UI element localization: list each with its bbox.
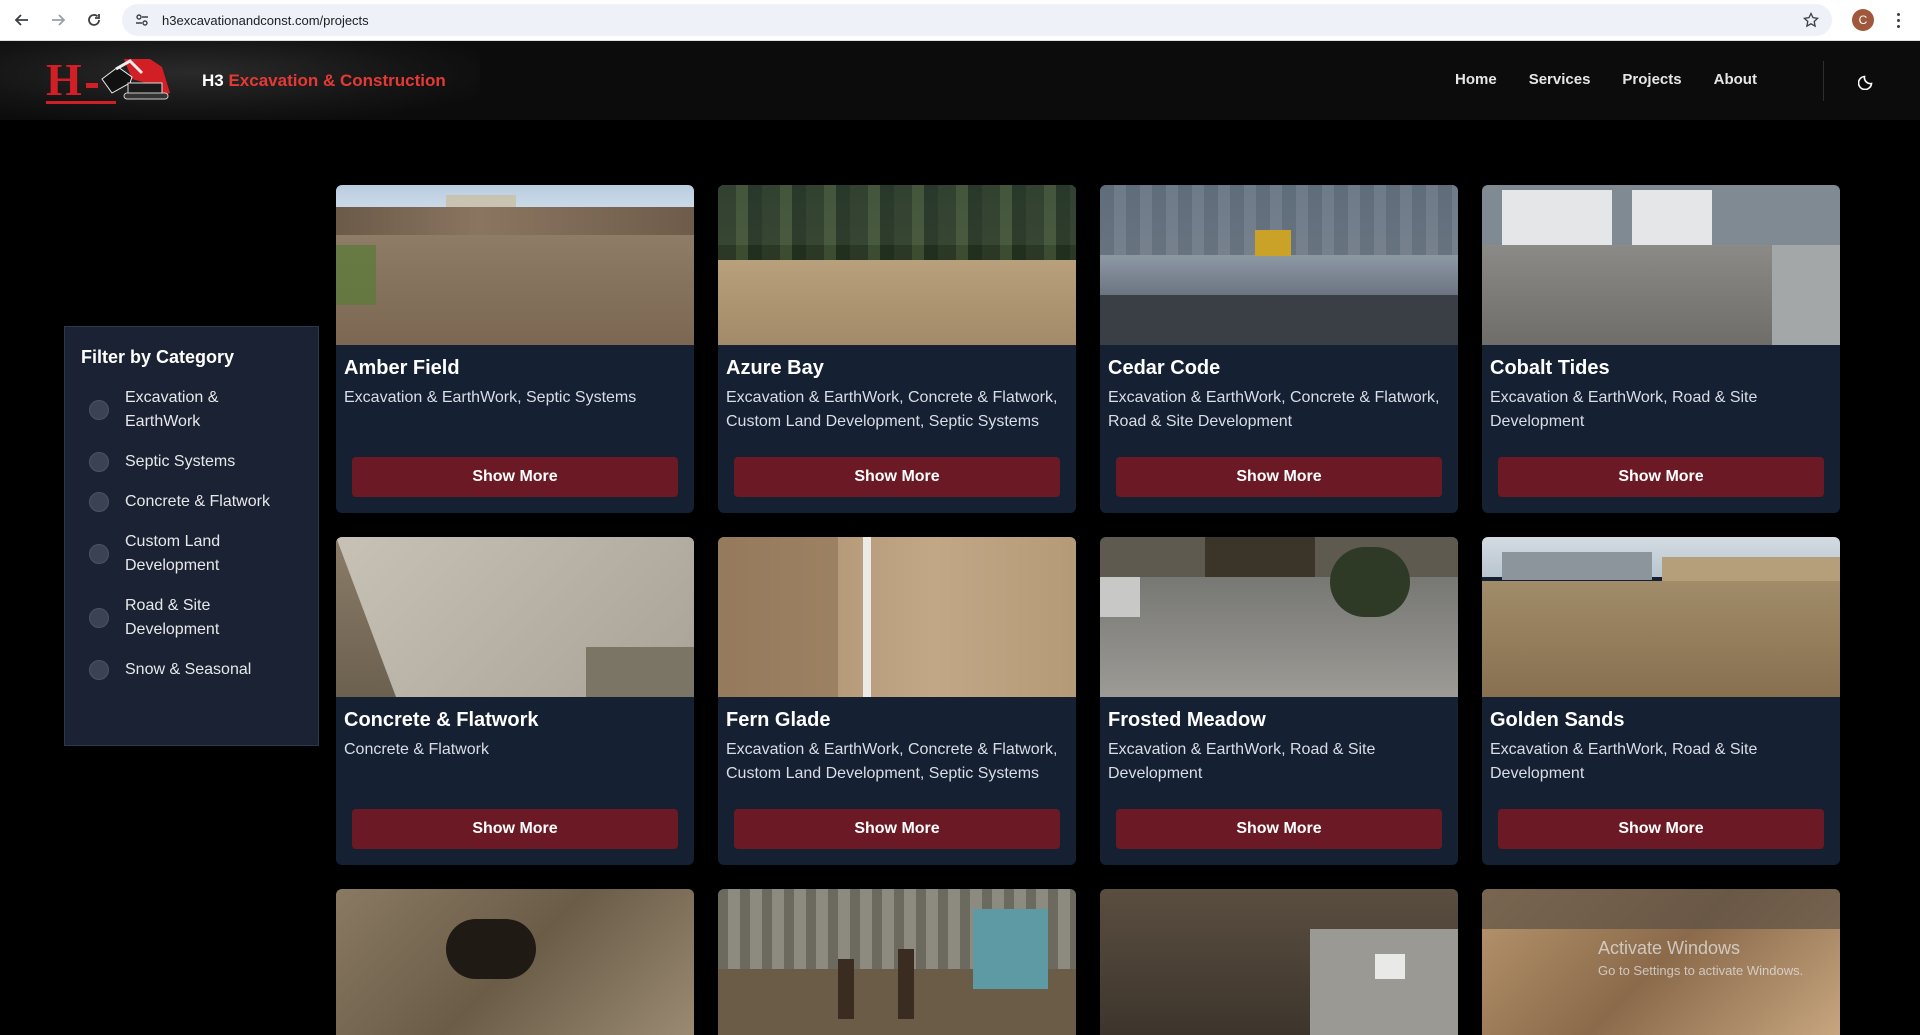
brand-rest: Excavation & Construction: [228, 71, 446, 90]
project-categories: Excavation & EarthWork, Road & Site Deve…: [1108, 741, 1376, 782]
project-image[interactable]: [1100, 537, 1458, 697]
windows-activation-watermark: Activate Windows Go to Settings to activ…: [1598, 938, 1803, 978]
project-categories: Excavation & EarthWork, Concrete & Flatw…: [726, 741, 1058, 782]
filter-title: Filter by Category: [81, 347, 235, 367]
forward-icon[interactable]: [42, 4, 74, 36]
browser-menu-icon[interactable]: [1890, 8, 1906, 32]
filter-concrete-flatwork[interactable]: Concrete & Flatwork: [81, 490, 302, 514]
show-more-button[interactable]: Show More: [1498, 457, 1824, 497]
site-header: H H3 Excavation & Construction Home Serv…: [0, 41, 1920, 120]
radio-button[interactable]: [89, 492, 109, 512]
project-title: Cobalt Tides: [1490, 357, 1610, 379]
profile-avatar[interactable]: C: [1852, 9, 1874, 31]
nav-projects[interactable]: Projects: [1622, 71, 1681, 88]
filter-label: Snow & Seasonal: [125, 661, 252, 678]
project-card: Cedar Code Excavation & EarthWork, Concr…: [1100, 185, 1458, 513]
brand-prefix: H3: [202, 71, 224, 90]
filter-label: Custom Land Development: [125, 533, 221, 574]
project-card: Golden Sands Excavation & EarthWork, Roa…: [1482, 537, 1840, 865]
project-categories: Excavation & EarthWork, Road & Site Deve…: [1490, 389, 1758, 430]
filter-label: Septic Systems: [125, 453, 236, 470]
projects-grid: Amber Field Excavation & EarthWork, Sept…: [336, 185, 1840, 1035]
filter-label: Excavation & EarthWork: [125, 389, 219, 430]
site-info-icon[interactable]: [134, 12, 150, 28]
svg-text:H: H: [46, 54, 82, 105]
nav-home[interactable]: Home: [1455, 71, 1497, 88]
address-bar[interactable]: h3excavationandconst.com/projects: [122, 4, 1832, 36]
filter-road-site-development[interactable]: Road & Site Development: [81, 594, 302, 642]
show-more-button[interactable]: Show More: [1116, 809, 1442, 849]
project-card: Concrete & Flatwork Concrete & Flatwork …: [336, 537, 694, 865]
project-card: [718, 889, 1076, 1035]
show-more-button[interactable]: Show More: [1498, 809, 1824, 849]
radio-button[interactable]: [89, 400, 109, 420]
reload-icon[interactable]: [78, 4, 110, 36]
project-image[interactable]: [718, 537, 1076, 697]
filter-custom-land-development[interactable]: Custom Land Development: [81, 530, 302, 578]
project-categories: Excavation & EarthWork, Septic Systems: [344, 389, 637, 406]
watermark-line1: Activate Windows: [1598, 938, 1741, 958]
project-card: Amber Field Excavation & EarthWork, Sept…: [336, 185, 694, 513]
nav-divider: [1823, 61, 1824, 101]
url-text: h3excavationandconst.com/projects: [162, 12, 369, 28]
project-image[interactable]: [1482, 185, 1840, 345]
project-image[interactable]: [336, 537, 694, 697]
project-card: [1100, 889, 1458, 1035]
main-nav: Home Services Projects About: [1455, 71, 1789, 88]
show-more-button[interactable]: Show More: [352, 457, 678, 497]
show-more-button[interactable]: Show More: [734, 809, 1060, 849]
watermark-line2: Go to Settings to activate Windows.: [1598, 963, 1804, 978]
radio-button[interactable]: [89, 660, 109, 680]
radio-button[interactable]: [89, 544, 109, 564]
moon-icon[interactable]: [1855, 69, 1879, 93]
project-title: Azure Bay: [726, 357, 824, 379]
bookmark-star-icon[interactable]: [1802, 11, 1820, 29]
project-title: Cedar Code: [1108, 357, 1221, 379]
project-image[interactable]: [718, 185, 1076, 345]
show-more-button[interactable]: Show More: [352, 809, 678, 849]
filter-snow-seasonal[interactable]: Snow & Seasonal: [81, 658, 302, 682]
nav-services[interactable]: Services: [1529, 71, 1591, 88]
project-card: Azure Bay Excavation & EarthWork, Concre…: [718, 185, 1076, 513]
show-more-button[interactable]: Show More: [1116, 457, 1442, 497]
project-categories: Excavation & EarthWork, Concrete & Flatw…: [1108, 389, 1440, 430]
project-image[interactable]: [718, 889, 1076, 1035]
radio-button[interactable]: [89, 452, 109, 472]
project-categories: Concrete & Flatwork: [344, 741, 489, 758]
project-card: Frosted Meadow Excavation & EarthWork, R…: [1100, 537, 1458, 865]
brand-name[interactable]: H3 Excavation & Construction: [202, 71, 446, 91]
filter-septic-systems[interactable]: Septic Systems: [81, 450, 302, 474]
radio-button[interactable]: [89, 608, 109, 628]
project-image[interactable]: [1482, 537, 1840, 697]
category-filter-panel: Filter by Category Excavation & EarthWor…: [64, 326, 319, 746]
filter-label: Road & Site Development: [125, 597, 220, 638]
project-card: [336, 889, 694, 1035]
project-categories: Excavation & EarthWork, Concrete & Flatw…: [726, 389, 1058, 430]
back-icon[interactable]: [6, 4, 38, 36]
project-image[interactable]: [336, 889, 694, 1035]
filter-excavation-earthwork[interactable]: Excavation & EarthWork: [81, 386, 302, 434]
filter-label: Concrete & Flatwork: [125, 493, 270, 510]
project-title: Fern Glade: [726, 709, 831, 731]
company-logo[interactable]: H: [46, 53, 186, 107]
browser-toolbar: h3excavationandconst.com/projects C: [0, 0, 1920, 41]
project-image[interactable]: [1100, 889, 1458, 1035]
project-title: Golden Sands: [1490, 709, 1625, 731]
nav-about[interactable]: About: [1714, 71, 1757, 88]
project-title: Concrete & Flatwork: [344, 709, 539, 731]
project-image[interactable]: [1100, 185, 1458, 345]
project-image[interactable]: [336, 185, 694, 345]
project-card: Cobalt Tides Excavation & EarthWork, Roa…: [1482, 185, 1840, 513]
project-card: Fern Glade Excavation & EarthWork, Concr…: [718, 537, 1076, 865]
project-title: Amber Field: [344, 357, 460, 379]
show-more-button[interactable]: Show More: [734, 457, 1060, 497]
project-title: Frosted Meadow: [1108, 709, 1266, 731]
project-categories: Excavation & EarthWork, Road & Site Deve…: [1490, 741, 1758, 782]
